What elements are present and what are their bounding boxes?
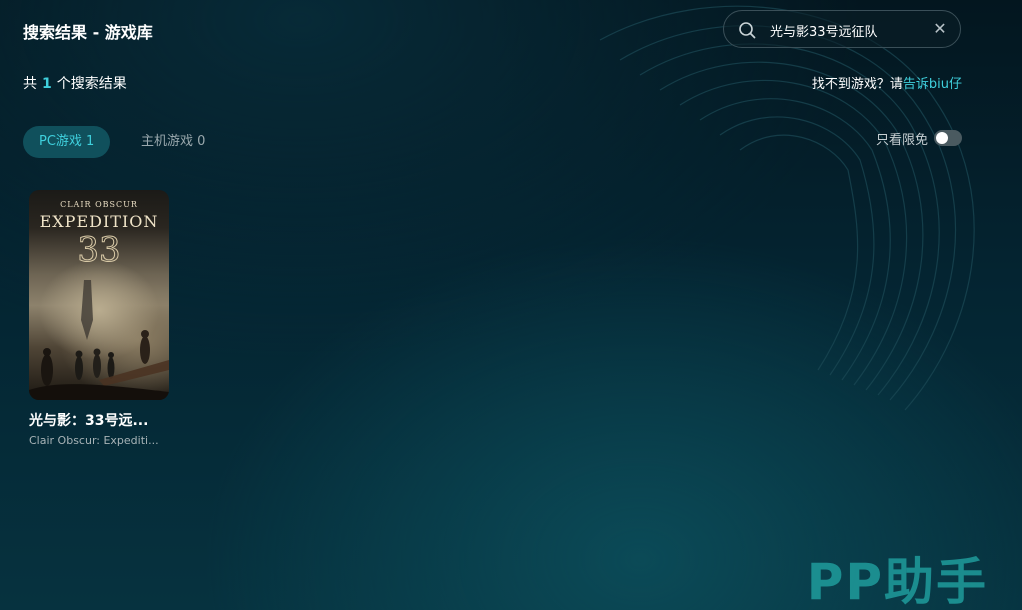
free-only-filter: 只看限免: [875, 129, 962, 148]
tab-pc-games[interactable]: PC游戏 1: [23, 126, 111, 158]
cover-artwork: [29, 280, 169, 400]
game-subtitle: Clair Obscur: Expediti...: [29, 434, 159, 447]
feedback-text: 找不到游戏？请: [811, 77, 903, 92]
toggle-knob: [936, 132, 948, 144]
brand-logo: PP助手: [806, 553, 988, 610]
tab-console-games[interactable]: 主机游戏 0: [125, 126, 221, 158]
free-only-toggle[interactable]: [934, 130, 962, 146]
feedback-link[interactable]: 告诉biu仔: [903, 77, 962, 92]
result-count-prefix: 共: [23, 76, 37, 92]
search-input[interactable]: [770, 19, 920, 41]
page-title: 搜索结果 - 游戏库: [23, 23, 153, 42]
result-count-suffix: 个搜索结果: [56, 76, 127, 92]
game-cover-image[interactable]: CLAIR OBSCUR EXPEDITION 33: [29, 190, 169, 400]
search-box[interactable]: ✕: [723, 10, 961, 48]
search-icon[interactable]: [738, 21, 756, 39]
close-icon[interactable]: ✕: [931, 20, 949, 38]
cover-title-text: EXPEDITION: [39, 212, 159, 231]
free-only-label: 只看限免: [875, 132, 928, 148]
game-title[interactable]: 光与影：33号远...: [29, 410, 169, 430]
cover-number-text: 33: [77, 230, 121, 271]
game-card[interactable]: CLAIR OBSCUR EXPEDITION 33 光与影：33号远... C…: [29, 190, 169, 447]
feedback-prompt: 找不到游戏？请告诉biu仔: [812, 73, 962, 92]
background-contour-lines: [599, 5, 975, 411]
result-count: 共 1 个搜索结果: [23, 73, 127, 93]
result-count-number: 1: [42, 76, 52, 92]
cover-top-text: CLAIR OBSCUR: [60, 200, 138, 209]
